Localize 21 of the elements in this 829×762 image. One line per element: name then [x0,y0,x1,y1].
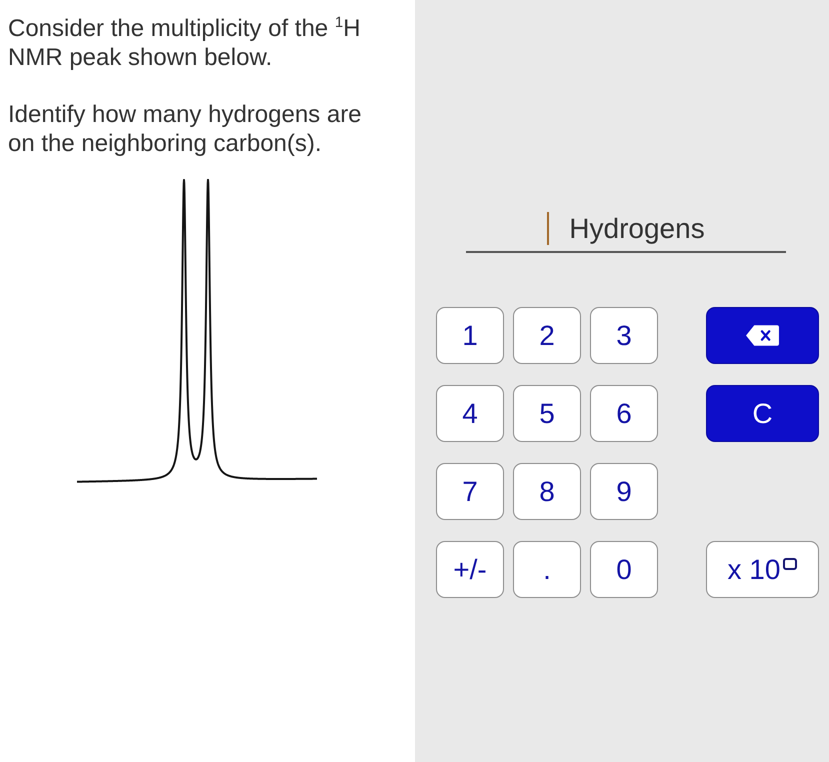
keypad-key[interactable]: 1 [436,307,504,364]
keypad-key[interactable]: 6 [590,385,658,442]
keypad-key[interactable]: 9 [590,463,658,520]
clear-button[interactable]: C [706,385,819,442]
question-text: Identify how many hydrogens are on the neighboring carbon(s). [8,100,363,158]
exponent-box-icon [783,558,798,570]
units-label: Hydrogens [569,212,705,244]
backspace-button[interactable] [706,307,819,364]
keypad-key[interactable]: . [513,541,581,598]
keypad-key[interactable]: 0 [590,541,658,598]
keypad-key[interactable]: 7 [436,463,504,520]
backspace-icon [745,324,780,347]
answer-field[interactable]: Hydrogens [466,210,786,253]
keypad-key[interactable]: 8 [513,463,581,520]
question-text: Consider the multiplicity of the $^{1}$H NMR peak shown below. [8,14,362,72]
keypad-key[interactable]: 4 [436,385,504,442]
keypad-key[interactable]: 3 [590,307,658,364]
keypad-key[interactable]: +/- [436,541,504,598]
exponent-button[interactable]: x 10 [706,541,819,598]
keypad-key[interactable]: 2 [513,307,581,364]
keypad-key[interactable]: 5 [513,385,581,442]
